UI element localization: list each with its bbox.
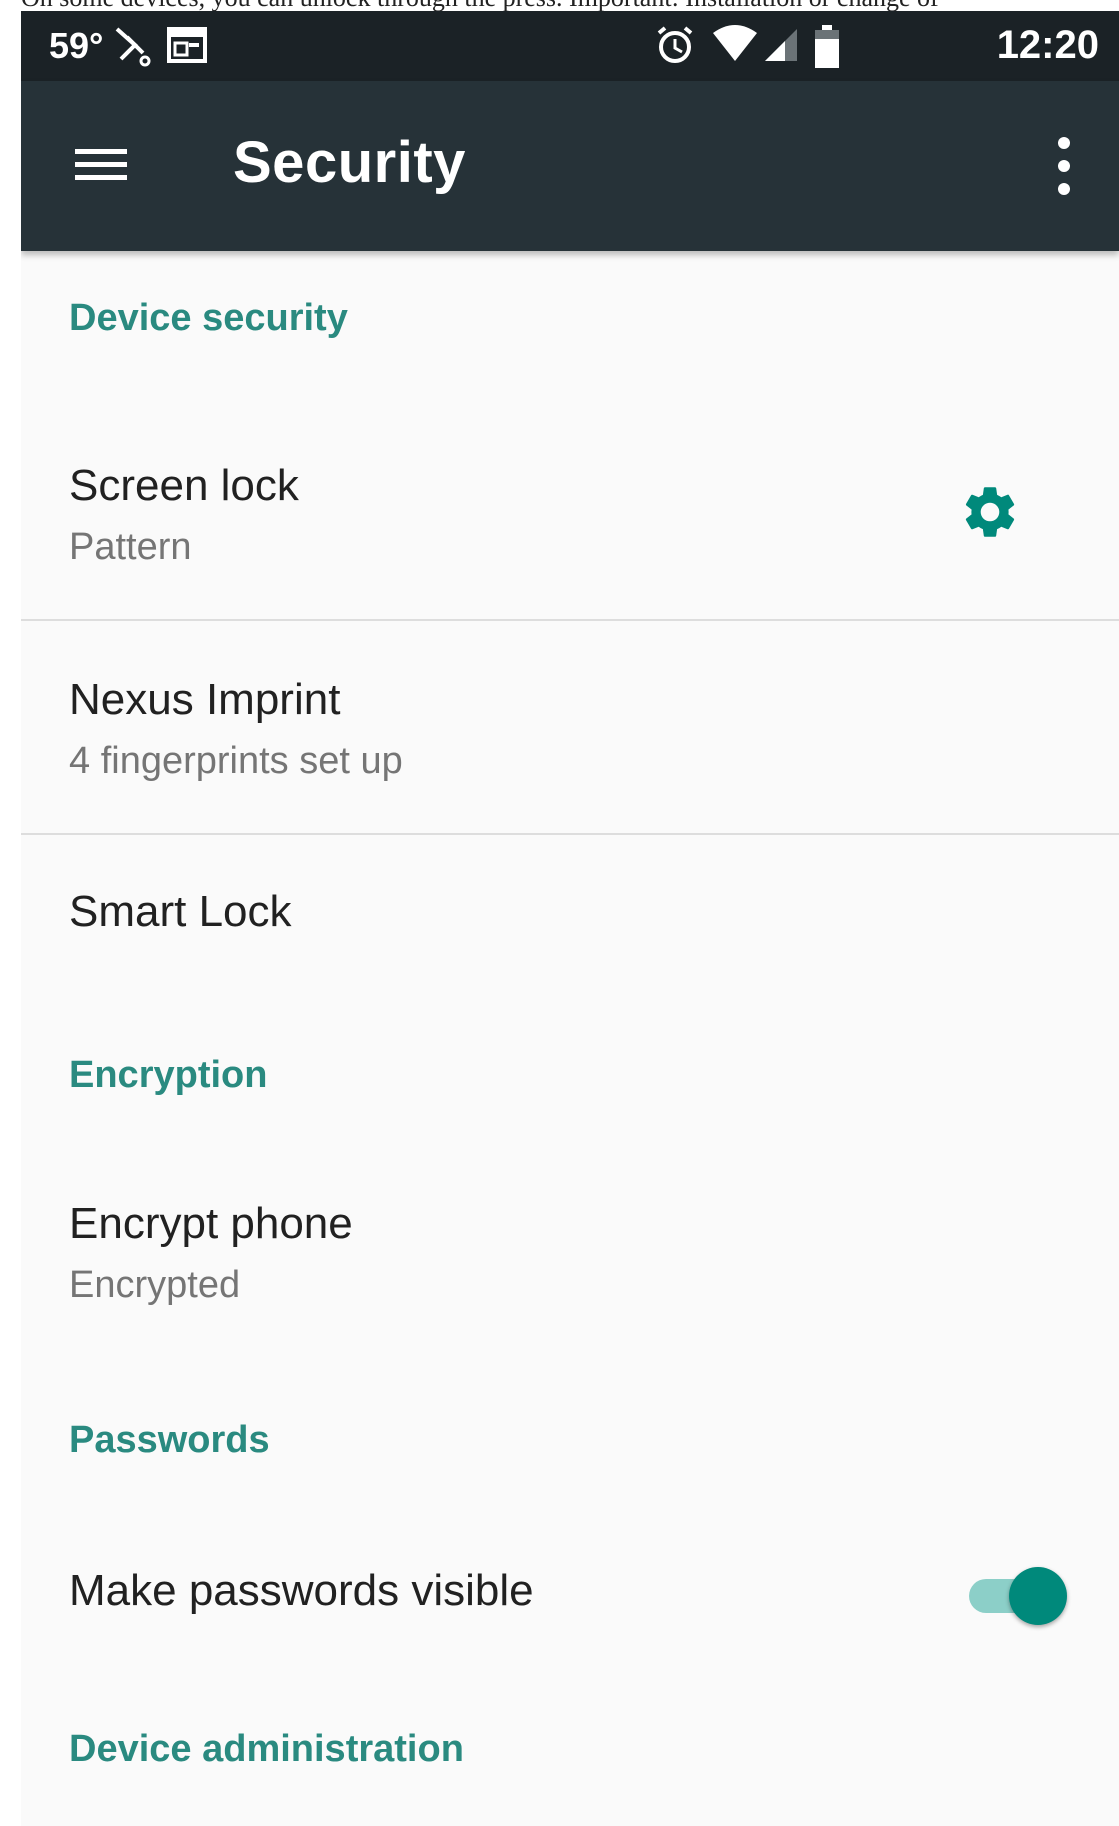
caption-text: On some devices, you can unlock through … xyxy=(0,0,1119,11)
status-clock: 12:20 xyxy=(996,23,1099,67)
toggle-thumb xyxy=(1009,1567,1067,1625)
section-header-device-security: Device security xyxy=(69,297,348,339)
alarm-icon xyxy=(657,26,693,63)
make-passwords-visible-item[interactable]: Make passwords visible xyxy=(21,1521,1119,1671)
more-vert-icon[interactable] xyxy=(1049,131,1079,201)
phone-screen: 59° 12:20 Security Device security Scree… xyxy=(21,11,1119,1826)
nexus-imprint-title: Nexus Imprint xyxy=(69,675,341,724)
status-bar: 59° 12:20 xyxy=(21,11,1119,81)
wifi-icon xyxy=(713,25,757,61)
make-passwords-visible-title: Make passwords visible xyxy=(69,1566,534,1615)
hamburger-menu-icon[interactable] xyxy=(73,135,131,193)
screen-lock-item[interactable]: Screen lock Pattern xyxy=(21,431,1119,619)
screen-lock-summary: Pattern xyxy=(69,526,192,568)
encrypt-phone-summary: Encrypted xyxy=(69,1264,241,1306)
gear-icon[interactable] xyxy=(959,481,1021,543)
smart-lock-item[interactable]: Smart Lock xyxy=(21,835,1119,995)
section-header-encryption: Encryption xyxy=(69,1054,268,1096)
battery-icon xyxy=(815,25,839,68)
app-bar: Security xyxy=(21,81,1119,251)
section-header-device-administration: Device administration xyxy=(69,1728,464,1770)
smart-lock-title: Smart Lock xyxy=(69,887,292,936)
make-passwords-visible-toggle[interactable] xyxy=(969,1564,1069,1626)
page-caption: On some devices, you can unlock through … xyxy=(0,0,1119,11)
missed-call-icon xyxy=(115,27,151,67)
section-header-passwords: Passwords xyxy=(69,1419,270,1461)
encrypt-phone-item[interactable]: Encrypt phone Encrypted xyxy=(21,1161,1119,1361)
encrypt-phone-title: Encrypt phone xyxy=(69,1199,353,1248)
page-title: Security xyxy=(233,130,466,195)
screen-lock-title: Screen lock xyxy=(69,461,299,510)
nexus-imprint-summary: 4 fingerprints set up xyxy=(69,740,403,782)
nexus-imprint-item[interactable]: Nexus Imprint 4 fingerprints set up xyxy=(21,621,1119,833)
calendar-icon xyxy=(167,27,207,63)
status-temperature: 59° xyxy=(49,25,104,66)
signal-icon xyxy=(765,29,797,61)
